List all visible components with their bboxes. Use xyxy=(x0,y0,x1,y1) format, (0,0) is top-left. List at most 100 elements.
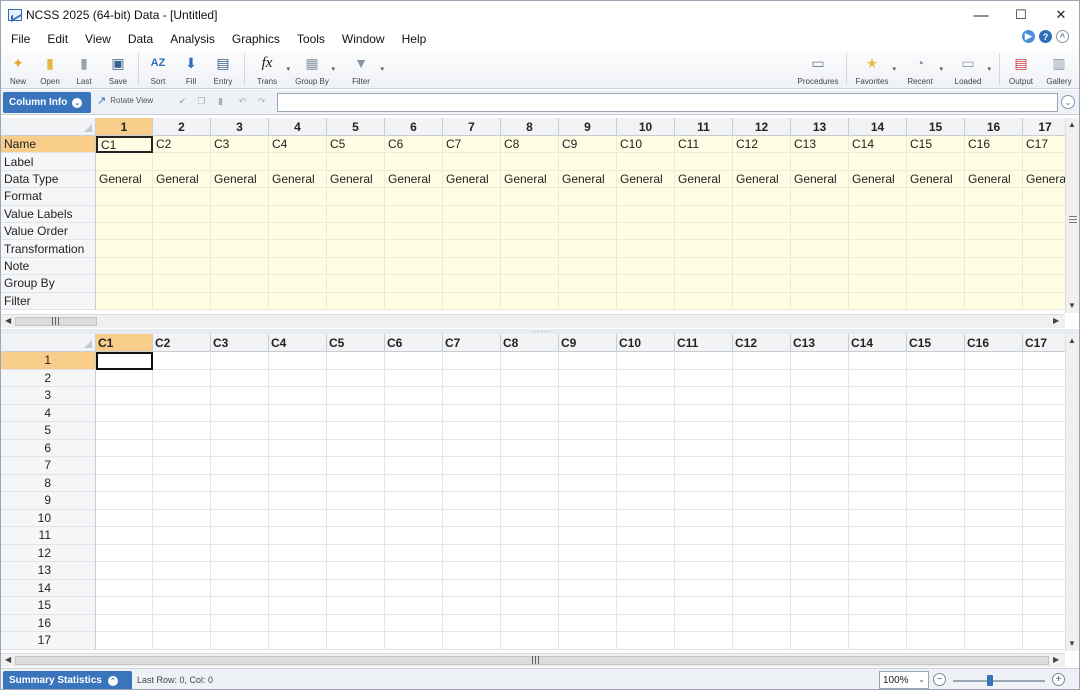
data-cell[interactable] xyxy=(559,527,617,545)
data-column-header[interactable]: C7 xyxy=(443,334,501,352)
data-cell[interactable] xyxy=(965,509,1023,527)
data-cell[interactable] xyxy=(269,579,327,597)
data-cell[interactable] xyxy=(385,597,443,615)
column-info-cell[interactable] xyxy=(269,240,327,258)
data-cell[interactable] xyxy=(211,527,269,545)
data-cell[interactable] xyxy=(791,474,849,492)
column-info-cell[interactable] xyxy=(269,292,327,310)
data-cell[interactable] xyxy=(153,632,211,650)
column-info-cell[interactable]: C17 xyxy=(1023,136,1065,154)
data-cell[interactable] xyxy=(269,387,327,405)
data-cell[interactable] xyxy=(153,352,211,370)
data-cell[interactable] xyxy=(559,544,617,562)
column-number-header[interactable]: 7 xyxy=(443,118,501,136)
redo-icon[interactable]: ↷ xyxy=(256,96,267,107)
data-cell[interactable] xyxy=(1023,422,1065,440)
data-cell[interactable] xyxy=(965,387,1023,405)
data-cell[interactable] xyxy=(675,527,733,545)
data-cell[interactable] xyxy=(733,579,791,597)
column-info-cell[interactable] xyxy=(269,153,327,171)
column-info-cell[interactable] xyxy=(211,223,269,241)
data-column-header[interactable]: C14 xyxy=(849,334,907,352)
column-info-cell[interactable]: C8 xyxy=(501,136,559,154)
column-info-cell[interactable]: C13 xyxy=(791,136,849,154)
data-cell[interactable] xyxy=(269,422,327,440)
data-cell[interactable] xyxy=(269,404,327,422)
column-info-cell[interactable]: General xyxy=(675,170,733,189)
data-cell[interactable] xyxy=(96,544,153,562)
data-cell[interactable] xyxy=(849,474,907,492)
column-info-cell[interactable] xyxy=(791,240,849,258)
data-cell[interactable] xyxy=(907,544,965,562)
data-cell[interactable] xyxy=(675,457,733,475)
data-cell[interactable] xyxy=(617,579,675,597)
column-info-cell[interactable] xyxy=(327,205,385,223)
scroll-down-icon[interactable]: ▼ xyxy=(1068,301,1076,310)
data-cell[interactable] xyxy=(443,474,501,492)
data-cell[interactable] xyxy=(269,369,327,387)
column-info-cell[interactable]: General xyxy=(849,170,907,189)
data-cell[interactable] xyxy=(96,352,153,370)
menu-graphics[interactable]: Graphics xyxy=(223,29,288,49)
data-cell[interactable] xyxy=(443,387,501,405)
column-info-cell[interactable] xyxy=(443,205,501,223)
data-cell[interactable] xyxy=(1023,369,1065,387)
column-info-cell[interactable] xyxy=(385,292,443,310)
column-info-cell[interactable] xyxy=(849,153,907,171)
column-number-header[interactable]: 12 xyxy=(733,118,791,136)
column-info-cell[interactable] xyxy=(617,205,675,223)
data-cell[interactable] xyxy=(617,614,675,632)
row-number-header[interactable]: 5 xyxy=(1,422,96,440)
column-info-row-label[interactable]: Value Order xyxy=(1,223,96,241)
data-cell[interactable] xyxy=(501,509,559,527)
column-info-cell[interactable] xyxy=(733,223,791,241)
data-column-header[interactable]: C4 xyxy=(269,334,327,352)
data-cell[interactable] xyxy=(443,632,501,650)
data-cell[interactable] xyxy=(327,422,385,440)
data-cell[interactable] xyxy=(849,562,907,580)
column-info-cell[interactable] xyxy=(153,188,211,206)
data-cell[interactable] xyxy=(269,352,327,370)
data-vertical-scrollbar[interactable]: ▲ ▼ xyxy=(1065,334,1079,651)
data-cell[interactable] xyxy=(501,579,559,597)
row-number-header[interactable]: 14 xyxy=(1,579,96,597)
data-cell[interactable] xyxy=(559,632,617,650)
data-cell[interactable] xyxy=(385,439,443,457)
data-cell[interactable] xyxy=(385,492,443,510)
close-button[interactable]: ✕ xyxy=(1041,1,1079,29)
column-info-cell[interactable] xyxy=(907,257,965,276)
scroll-right-icon[interactable]: ▶ xyxy=(1053,316,1059,325)
data-cell[interactable] xyxy=(791,544,849,562)
data-cell[interactable] xyxy=(965,632,1023,650)
data-cell[interactable] xyxy=(617,369,675,387)
column-info-cell[interactable] xyxy=(96,257,153,276)
column-info-cell[interactable] xyxy=(327,153,385,171)
data-cell[interactable] xyxy=(733,614,791,632)
column-info-cell[interactable]: C16 xyxy=(965,136,1023,154)
data-cell[interactable] xyxy=(96,474,153,492)
data-cell[interactable] xyxy=(96,422,153,440)
data-cell[interactable] xyxy=(385,562,443,580)
column-info-cell[interactable] xyxy=(675,153,733,171)
data-cell[interactable] xyxy=(617,352,675,370)
column-info-cell[interactable] xyxy=(443,292,501,310)
column-info-cell[interactable] xyxy=(733,275,791,293)
data-cell[interactable] xyxy=(269,597,327,615)
data-cell[interactable] xyxy=(96,632,153,650)
loaded-button[interactable]: ▭ Loaded ▾ xyxy=(951,51,991,87)
column-info-cell[interactable] xyxy=(501,292,559,310)
column-info-cell[interactable]: C6 xyxy=(385,136,443,154)
data-cell[interactable] xyxy=(211,492,269,510)
data-column-header[interactable]: C3 xyxy=(211,334,269,352)
help-icon[interactable]: ? xyxy=(1039,30,1052,43)
data-cell[interactable] xyxy=(907,527,965,545)
data-cell[interactable] xyxy=(907,579,965,597)
data-cell[interactable] xyxy=(733,404,791,422)
column-info-cell[interactable]: General xyxy=(617,170,675,189)
data-cell[interactable] xyxy=(733,422,791,440)
data-cell[interactable] xyxy=(559,614,617,632)
column-number-header[interactable]: 8 xyxy=(501,118,559,136)
column-info-cell[interactable] xyxy=(153,292,211,310)
data-cell[interactable] xyxy=(443,562,501,580)
data-cell[interactable] xyxy=(443,439,501,457)
